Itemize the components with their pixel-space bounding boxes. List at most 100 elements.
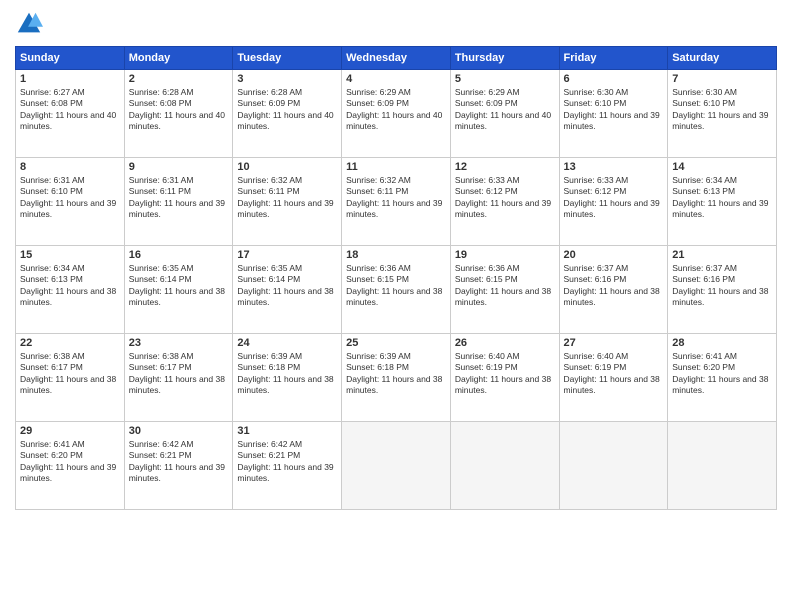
day-number: 16 [129, 249, 229, 261]
day-number: 20 [564, 249, 664, 261]
calendar-cell: 12 Sunrise: 6:33 AM Sunset: 6:12 PM Dayl… [450, 158, 559, 246]
daylight-label: Daylight: 11 hours and 38 minutes. [237, 374, 333, 395]
calendar-cell: 23 Sunrise: 6:38 AM Sunset: 6:17 PM Dayl… [124, 334, 233, 422]
day-number: 4 [346, 73, 446, 85]
calendar-cell: 4 Sunrise: 6:29 AM Sunset: 6:09 PM Dayli… [342, 70, 451, 158]
sunset-label: Sunset: 6:08 PM [129, 98, 192, 108]
sunset-label: Sunset: 6:09 PM [346, 98, 409, 108]
sunset-label: Sunset: 6:11 PM [346, 186, 408, 196]
day-number: 2 [129, 73, 229, 85]
sunrise-label: Sunrise: 6:32 AM [346, 175, 411, 185]
calendar-day-header: Monday [124, 47, 233, 70]
daylight-label: Daylight: 11 hours and 38 minutes. [346, 374, 442, 395]
day-number: 1 [20, 73, 120, 85]
daylight-label: Daylight: 11 hours and 39 minutes. [564, 110, 660, 131]
sunset-label: Sunset: 6:15 PM [455, 274, 518, 284]
calendar-week-row: 29 Sunrise: 6:41 AM Sunset: 6:20 PM Dayl… [16, 422, 777, 510]
calendar-cell: 9 Sunrise: 6:31 AM Sunset: 6:11 PM Dayli… [124, 158, 233, 246]
calendar-cell: 18 Sunrise: 6:36 AM Sunset: 6:15 PM Dayl… [342, 246, 451, 334]
daylight-label: Daylight: 11 hours and 39 minutes. [564, 198, 660, 219]
sunrise-label: Sunrise: 6:39 AM [237, 351, 302, 361]
daylight-label: Daylight: 11 hours and 38 minutes. [672, 286, 768, 307]
daylight-label: Daylight: 11 hours and 40 minutes. [20, 110, 116, 131]
calendar-cell: 20 Sunrise: 6:37 AM Sunset: 6:16 PM Dayl… [559, 246, 668, 334]
sunrise-label: Sunrise: 6:38 AM [129, 351, 194, 361]
day-info: Sunrise: 6:42 AM Sunset: 6:21 PM Dayligh… [129, 439, 229, 485]
day-number: 21 [672, 249, 772, 261]
daylight-label: Daylight: 11 hours and 39 minutes. [672, 110, 768, 131]
calendar-header-row: SundayMondayTuesdayWednesdayThursdayFrid… [16, 47, 777, 70]
sunrise-label: Sunrise: 6:31 AM [20, 175, 85, 185]
calendar-cell: 24 Sunrise: 6:39 AM Sunset: 6:18 PM Dayl… [233, 334, 342, 422]
sunset-label: Sunset: 6:10 PM [20, 186, 83, 196]
sunrise-label: Sunrise: 6:33 AM [564, 175, 629, 185]
sunrise-label: Sunrise: 6:34 AM [672, 175, 737, 185]
sunset-label: Sunset: 6:10 PM [564, 98, 627, 108]
daylight-label: Daylight: 11 hours and 39 minutes. [129, 462, 225, 483]
calendar-cell: 3 Sunrise: 6:28 AM Sunset: 6:09 PM Dayli… [233, 70, 342, 158]
sunset-label: Sunset: 6:15 PM [346, 274, 409, 284]
calendar-cell: 15 Sunrise: 6:34 AM Sunset: 6:13 PM Dayl… [16, 246, 125, 334]
day-info: Sunrise: 6:32 AM Sunset: 6:11 PM Dayligh… [237, 175, 337, 221]
calendar-cell [450, 422, 559, 510]
sunrise-label: Sunrise: 6:41 AM [20, 439, 85, 449]
daylight-label: Daylight: 11 hours and 39 minutes. [672, 198, 768, 219]
calendar-cell: 30 Sunrise: 6:42 AM Sunset: 6:21 PM Dayl… [124, 422, 233, 510]
sunset-label: Sunset: 6:18 PM [346, 362, 409, 372]
sunset-label: Sunset: 6:21 PM [237, 450, 300, 460]
day-info: Sunrise: 6:36 AM Sunset: 6:15 PM Dayligh… [455, 263, 555, 309]
day-number: 6 [564, 73, 664, 85]
daylight-label: Daylight: 11 hours and 38 minutes. [455, 374, 551, 395]
daylight-label: Daylight: 11 hours and 38 minutes. [129, 286, 225, 307]
sunrise-label: Sunrise: 6:30 AM [564, 87, 629, 97]
calendar-cell: 26 Sunrise: 6:40 AM Sunset: 6:19 PM Dayl… [450, 334, 559, 422]
calendar-cell: 7 Sunrise: 6:30 AM Sunset: 6:10 PM Dayli… [668, 70, 777, 158]
sunset-label: Sunset: 6:08 PM [20, 98, 83, 108]
day-info: Sunrise: 6:38 AM Sunset: 6:17 PM Dayligh… [129, 351, 229, 397]
day-info: Sunrise: 6:41 AM Sunset: 6:20 PM Dayligh… [20, 439, 120, 485]
calendar-cell: 25 Sunrise: 6:39 AM Sunset: 6:18 PM Dayl… [342, 334, 451, 422]
day-number: 8 [20, 161, 120, 173]
day-number: 9 [129, 161, 229, 173]
day-info: Sunrise: 6:28 AM Sunset: 6:08 PM Dayligh… [129, 87, 229, 133]
sunset-label: Sunset: 6:11 PM [237, 186, 299, 196]
page: SundayMondayTuesdayWednesdayThursdayFrid… [0, 0, 792, 612]
calendar-cell [342, 422, 451, 510]
sunset-label: Sunset: 6:09 PM [455, 98, 518, 108]
day-info: Sunrise: 6:29 AM Sunset: 6:09 PM Dayligh… [455, 87, 555, 133]
daylight-label: Daylight: 11 hours and 40 minutes. [455, 110, 551, 131]
calendar-week-row: 22 Sunrise: 6:38 AM Sunset: 6:17 PM Dayl… [16, 334, 777, 422]
sunrise-label: Sunrise: 6:32 AM [237, 175, 302, 185]
calendar-week-row: 8 Sunrise: 6:31 AM Sunset: 6:10 PM Dayli… [16, 158, 777, 246]
calendar-cell: 29 Sunrise: 6:41 AM Sunset: 6:20 PM Dayl… [16, 422, 125, 510]
sunrise-label: Sunrise: 6:29 AM [455, 87, 520, 97]
day-number: 28 [672, 337, 772, 349]
day-number: 11 [346, 161, 446, 173]
day-number: 14 [672, 161, 772, 173]
day-number: 18 [346, 249, 446, 261]
daylight-label: Daylight: 11 hours and 39 minutes. [129, 198, 225, 219]
calendar-cell [668, 422, 777, 510]
day-info: Sunrise: 6:35 AM Sunset: 6:14 PM Dayligh… [237, 263, 337, 309]
daylight-label: Daylight: 11 hours and 38 minutes. [20, 286, 116, 307]
sunset-label: Sunset: 6:10 PM [672, 98, 735, 108]
day-number: 15 [20, 249, 120, 261]
day-info: Sunrise: 6:35 AM Sunset: 6:14 PM Dayligh… [129, 263, 229, 309]
calendar-cell [559, 422, 668, 510]
sunrise-label: Sunrise: 6:29 AM [346, 87, 411, 97]
sunrise-label: Sunrise: 6:28 AM [129, 87, 194, 97]
sunset-label: Sunset: 6:13 PM [672, 186, 735, 196]
sunset-label: Sunset: 6:14 PM [237, 274, 300, 284]
day-info: Sunrise: 6:28 AM Sunset: 6:09 PM Dayligh… [237, 87, 337, 133]
day-info: Sunrise: 6:37 AM Sunset: 6:16 PM Dayligh… [564, 263, 664, 309]
day-number: 25 [346, 337, 446, 349]
sunrise-label: Sunrise: 6:37 AM [672, 263, 737, 273]
calendar-day-header: Saturday [668, 47, 777, 70]
header [15, 10, 777, 38]
sunset-label: Sunset: 6:17 PM [129, 362, 192, 372]
sunset-label: Sunset: 6:16 PM [564, 274, 627, 284]
day-number: 24 [237, 337, 337, 349]
daylight-label: Daylight: 11 hours and 38 minutes. [564, 374, 660, 395]
daylight-label: Daylight: 11 hours and 40 minutes. [237, 110, 333, 131]
day-number: 13 [564, 161, 664, 173]
